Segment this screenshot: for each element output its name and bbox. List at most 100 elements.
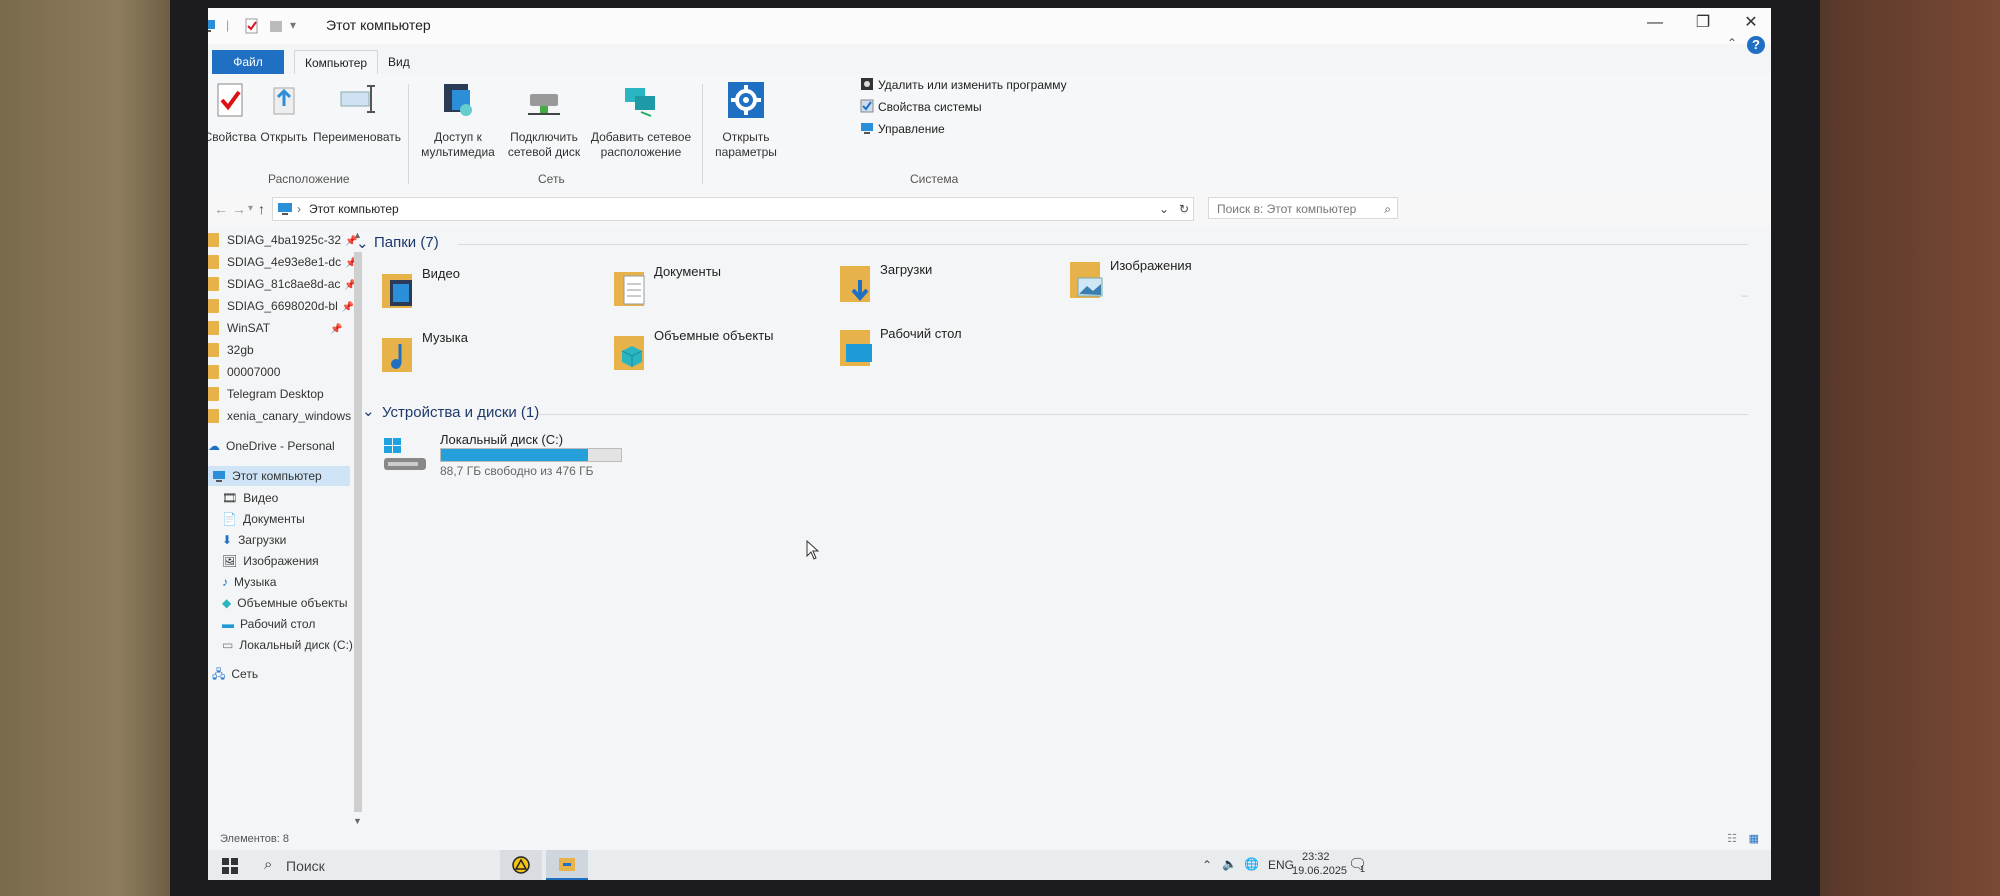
nav-pc-child[interactable]: ⬇ Загрузки bbox=[222, 530, 286, 550]
open-settings-button[interactable]: Открыть параметры bbox=[708, 80, 784, 160]
devices-section-header[interactable]: Устройства и диски (1) bbox=[382, 404, 539, 421]
nav-quick-item[interactable]: SDIAG_4e93e8e1-dc 📌 bbox=[208, 252, 358, 272]
breadcrumb-chevron-icon[interactable]: › bbox=[297, 198, 301, 220]
search-input[interactable]: Поиск в: Этот компьютер ⌕ bbox=[1208, 197, 1398, 219]
rename-button[interactable]: Переименовать bbox=[312, 80, 402, 145]
nav-pc-child-label: Документы bbox=[242, 512, 305, 526]
scroll-thumb[interactable] bbox=[354, 252, 362, 812]
tab-view[interactable]: Вид bbox=[388, 50, 410, 74]
address-dropdown-icon[interactable]: ⌄ bbox=[1159, 198, 1169, 220]
devices-collapse-icon[interactable]: ⌄ bbox=[362, 402, 375, 420]
nav-onedrive[interactable]: ☁ OneDrive - Personal bbox=[208, 436, 335, 456]
nav-quick-item[interactable]: 00007000 bbox=[208, 362, 280, 382]
clock-date[interactable]: 19.06.2025 bbox=[1292, 865, 1347, 877]
folder-icon bbox=[208, 233, 219, 247]
title-bar: | ▾ Этот компьютер — ❐ ✕ bbox=[208, 8, 1771, 44]
nav-quick-item[interactable]: Telegram Desktop bbox=[208, 384, 324, 404]
folders-collapse-icon[interactable]: ⌄ bbox=[356, 234, 369, 252]
folders-section-header[interactable]: Папки (7) bbox=[374, 234, 439, 251]
nav-scrollbar[interactable]: ▲ ▼ bbox=[352, 230, 364, 826]
quick-access-dropdown-icon[interactable]: ▾ bbox=[290, 18, 306, 34]
scroll-down-icon[interactable]: ▼ bbox=[353, 816, 362, 826]
back-arrow-icon[interactable]: ← bbox=[214, 201, 228, 217]
folder-item[interactable]: Изображения bbox=[1068, 258, 1268, 308]
nav-quick-item[interactable]: xenia_canary_windows bbox=[208, 406, 351, 426]
nav-quick-label: SDIAG_6698020d-bl bbox=[227, 299, 338, 313]
nav-pc-child[interactable]: 📄 Документы bbox=[222, 509, 305, 529]
manage-command[interactable]: Управление bbox=[860, 120, 945, 138]
local-disk-c[interactable]: Локальный диск (C:) 88,7 ГБ свободно из … bbox=[382, 432, 622, 484]
nav-quick-label: SDIAG_81c8ae8d-ac bbox=[227, 277, 341, 291]
video-folder-icon bbox=[382, 274, 412, 308]
nav-pc-child[interactable]: 🖼 Изображения bbox=[222, 551, 319, 571]
nav-quick-item[interactable]: SDIAG_6698020d-bl 📌 bbox=[208, 296, 354, 316]
navigation-pane: SDIAG_4ba1925c-32 📌 SDIAG_4e93e8e1-dc 📌 SD… bbox=[208, 228, 358, 828]
volume-icon[interactable]: 🔈 bbox=[1222, 857, 1237, 871]
nav-quick-item[interactable]: 32gb bbox=[208, 340, 254, 360]
maximize-button[interactable]: ❐ bbox=[1683, 12, 1723, 34]
uninstall-program-command[interactable]: Удалить или изменить программу bbox=[860, 76, 1067, 94]
folder-item[interactable]: Музыка bbox=[380, 330, 580, 380]
taskbar-search-icon[interactable]: ⌕ bbox=[264, 856, 272, 873]
ribbon-collapse-icon[interactable]: ⌃ bbox=[1727, 36, 1737, 50]
nav-this-pc[interactable]: Этот компьютер bbox=[208, 466, 350, 486]
language-indicator[interactable]: ENG bbox=[1268, 858, 1294, 872]
computer-management-icon bbox=[861, 123, 873, 134]
folder-label: Загрузки bbox=[880, 262, 933, 277]
computer-icon bbox=[213, 471, 225, 482]
minimize-button[interactable]: — bbox=[1635, 12, 1675, 34]
refresh-icon[interactable]: ↻ bbox=[1179, 198, 1189, 220]
globe-network-icon[interactable]: 🌐 bbox=[1244, 857, 1259, 871]
address-field[interactable]: › Этот компьютер ⌄ ↻ bbox=[272, 197, 1194, 221]
nav-pc-child[interactable]: ▬ Рабочий стол bbox=[222, 614, 315, 634]
tab-computer[interactable]: Компьютер bbox=[294, 50, 379, 75]
music-folder-icon bbox=[382, 338, 412, 372]
map-network-drive-label-2: сетевой диск bbox=[507, 145, 581, 159]
breadcrumb-this-pc[interactable]: Этот компьютер bbox=[309, 198, 399, 220]
properties-quick-icon[interactable] bbox=[244, 18, 260, 34]
folder-item[interactable]: Видео bbox=[380, 266, 580, 316]
network-group-label: Сеть bbox=[538, 172, 565, 186]
search-placeholder: Поиск в: Этот компьютер bbox=[1217, 202, 1357, 216]
up-arrow-icon[interactable]: ↑ bbox=[258, 201, 265, 217]
nav-pc-child[interactable]: ◆ Объемные объекты bbox=[222, 593, 348, 613]
system-properties-command[interactable]: Свойства системы bbox=[860, 98, 982, 116]
properties-button[interactable]: Свойства bbox=[208, 80, 258, 145]
folder-item[interactable]: Документы bbox=[612, 264, 812, 314]
details-view-icon[interactable]: ☷ bbox=[1727, 828, 1737, 850]
forward-arrow-icon[interactable]: → bbox=[232, 201, 246, 217]
nav-quick-item[interactable]: WinSAT 📌 bbox=[208, 318, 343, 338]
nav-network[interactable]: 🖧 Сеть bbox=[208, 664, 258, 684]
music-icon: ♪ bbox=[222, 575, 228, 589]
tab-file[interactable]: Файл bbox=[212, 50, 284, 74]
taskbar-app-button[interactable] bbox=[500, 850, 542, 880]
add-network-location-button[interactable]: Добавить сетевое расположение bbox=[586, 80, 696, 160]
media-access-label-1: Доступ к bbox=[434, 130, 482, 144]
help-button[interactable]: ? bbox=[1747, 36, 1765, 54]
folder-label: Видео bbox=[422, 266, 460, 281]
map-network-drive-button[interactable]: Подключить сетевой диск bbox=[504, 80, 584, 160]
new-folder-quick-icon[interactable] bbox=[268, 18, 284, 34]
taskbar-search-placeholder[interactable]: Поиск bbox=[286, 858, 325, 874]
ribbon-tabs: Файл Компьютер Вид bbox=[208, 50, 1771, 75]
recent-locations-icon[interactable]: ▾ bbox=[248, 203, 253, 214]
nav-quick-item[interactable]: SDIAG_4ba1925c-32 📌 bbox=[208, 230, 358, 250]
large-icons-view-icon[interactable]: ▦ bbox=[1749, 828, 1759, 850]
taskbar-explorer-button[interactable] bbox=[546, 850, 588, 880]
section-divider bbox=[458, 244, 1748, 245]
nav-pc-child[interactable]: ♪ Музыка bbox=[222, 572, 276, 592]
nav-quick-item[interactable]: SDIAG_81c8ae8d-ac 📌 bbox=[208, 274, 357, 294]
folder-item[interactable]: Объемные объекты bbox=[612, 328, 812, 378]
close-button[interactable]: ✕ bbox=[1731, 12, 1771, 34]
section-divider bbox=[538, 414, 1748, 415]
open-button[interactable]: Открыть bbox=[256, 80, 312, 145]
drive-label: Локальный диск (C:) bbox=[440, 432, 564, 447]
media-access-button[interactable]: Доступ к мультимедиа bbox=[418, 80, 498, 160]
nav-pc-child[interactable]: ▭ Локальный диск (C:) bbox=[222, 635, 353, 655]
folder-item[interactable]: Рабочий стол bbox=[838, 326, 1038, 376]
folder-item[interactable]: Загрузки bbox=[838, 262, 1038, 312]
clock-time[interactable]: 23:32 bbox=[1302, 851, 1330, 863]
windows-start-icon[interactable] bbox=[222, 858, 238, 874]
nav-pc-child[interactable]: 🎞 Видео bbox=[222, 488, 278, 508]
show-hidden-icons-icon[interactable]: ⌃ bbox=[1202, 858, 1212, 872]
